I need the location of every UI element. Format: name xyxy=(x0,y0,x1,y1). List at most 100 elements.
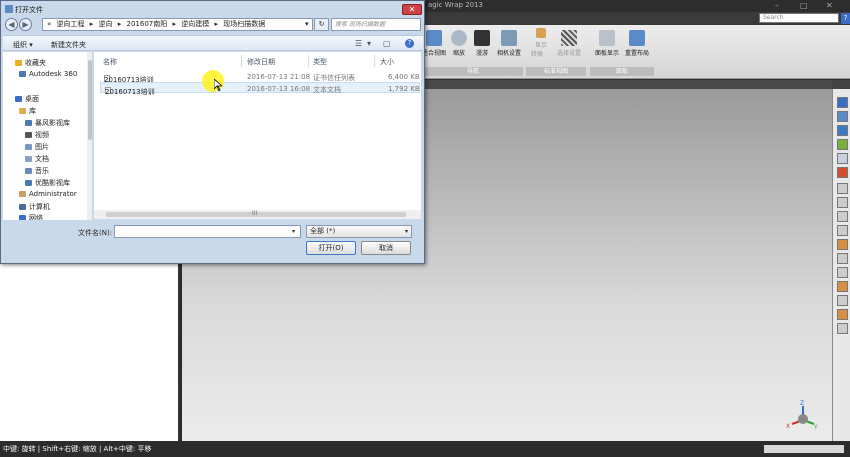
app-close-button[interactable]: ✕ xyxy=(826,1,833,10)
road-icon xyxy=(474,30,490,46)
shade-tool-icon[interactable] xyxy=(837,125,848,136)
dialog-search-input[interactable]: 搜索 现场扫描数据 xyxy=(331,18,421,31)
breadcrumb-nanyang[interactable]: 201607南阳 xyxy=(127,20,168,28)
nav-item-library[interactable]: 库 xyxy=(19,106,36,116)
tool-icon-8[interactable] xyxy=(837,197,848,208)
magnify-tool-icon[interactable] xyxy=(837,153,848,164)
music-icon xyxy=(25,168,32,174)
address-dropdown-icon[interactable]: ▾ xyxy=(305,19,309,30)
breadcrumb-separator[interactable]: ▸ xyxy=(118,20,122,28)
nav-pane-scrollbar[interactable] xyxy=(87,52,92,220)
filename-dropdown-icon[interactable]: ▾ xyxy=(292,228,295,235)
desktop-icon xyxy=(15,96,22,102)
nav-pane-scroll-thumb[interactable] xyxy=(88,60,92,140)
tool-icon-12[interactable] xyxy=(837,253,848,264)
app-search-input[interactable]: Search xyxy=(759,13,839,23)
tool-icon-10[interactable] xyxy=(837,225,848,236)
library-icon xyxy=(19,108,26,114)
video-icon xyxy=(25,132,32,138)
file-type-filter[interactable]: 全部 (*) ▾ xyxy=(306,225,412,238)
breadcrumb-scan-data[interactable]: 现场扫描数据 xyxy=(223,20,265,28)
nav-item-desktop[interactable]: 桌面 xyxy=(15,94,39,104)
select-settings-icon xyxy=(561,30,577,46)
nav-item-network[interactable]: 网络 xyxy=(19,213,43,220)
nav-item-computer[interactable]: 计算机 xyxy=(19,202,50,212)
youku-library-icon xyxy=(25,180,32,186)
tool-icon-13[interactable] xyxy=(837,267,848,278)
column-header-size[interactable]: 大小 xyxy=(380,57,394,67)
nav-item-pictures[interactable]: 图片 xyxy=(25,142,49,152)
nav-item-administrator[interactable]: Administrator xyxy=(19,190,77,198)
breadcrumb-separator[interactable]: ▸ xyxy=(172,20,176,28)
y-axis-label: Y xyxy=(813,424,818,430)
nav-item-autodesk360[interactable]: Autodesk 360 xyxy=(19,70,77,78)
dialog-title: 打开文件 xyxy=(15,6,43,14)
nav-item-favorites[interactable]: 收藏夹 xyxy=(15,58,46,68)
breadcrumb-modeling[interactable]: 逆向建模 xyxy=(181,20,209,28)
walk-button[interactable]: 漫游 xyxy=(469,30,495,57)
nav-item-baofeng-library[interactable]: 暴风影视库 xyxy=(25,118,70,128)
file-date: 2016-07-13 16:08 xyxy=(247,85,311,93)
status-text: 中键: 旋转 | Shift+右键: 缩放 | Alt+中键: 平移 xyxy=(3,445,152,453)
tool-icon-9[interactable] xyxy=(837,211,848,222)
column-divider[interactable] xyxy=(308,55,309,67)
column-divider[interactable] xyxy=(241,55,242,67)
file-size: 6,400 KB xyxy=(388,73,420,81)
tool-icon-14[interactable] xyxy=(837,281,848,292)
dialog-help-icon[interactable]: ? xyxy=(405,39,414,48)
column-header-name[interactable]: 名称 xyxy=(103,57,117,67)
pictures-icon xyxy=(25,144,32,150)
tool-icon-11[interactable] xyxy=(837,239,848,250)
panel-display-button[interactable]: 面板显示 xyxy=(594,30,620,57)
reset-layout-button[interactable]: 重置布局 xyxy=(624,30,650,57)
layer-tool-icon[interactable] xyxy=(837,139,848,150)
view-tool-icon[interactable] xyxy=(837,97,848,108)
file-row[interactable]: 20160713培训 2016-07-13 16:08 文本文档 1,792 K… xyxy=(100,82,420,96)
axis-triad-icon: Z X Y xyxy=(786,400,818,430)
tool-icon-17[interactable] xyxy=(837,323,848,334)
camera-settings-button[interactable]: 相机设置 xyxy=(496,30,522,57)
breadcrumb-reverse-engineering[interactable]: 逆向工程 xyxy=(57,20,85,28)
color-tool-icon[interactable] xyxy=(837,167,848,178)
convert-button[interactable]: 转换 xyxy=(524,49,550,58)
nav-item-music[interactable]: 音乐 xyxy=(25,166,49,176)
view-dropdown-icon[interactable]: ▾ xyxy=(367,39,371,48)
nav-item-documents[interactable]: 文档 xyxy=(25,154,49,164)
forward-button[interactable]: ▶ xyxy=(19,18,32,31)
new-folder-button[interactable]: 新建文件夹 xyxy=(51,40,86,50)
open-button[interactable]: 打开(O) xyxy=(306,241,356,255)
command-bar: 组织 ▾ 新建文件夹 ☰ ▾ ▢ ? xyxy=(3,35,423,51)
tool-icon-15[interactable] xyxy=(837,295,848,306)
tool-icon-16[interactable] xyxy=(837,309,848,320)
file-date: 2016-07-13 21:08 xyxy=(247,73,311,81)
file-list-hscrollbar[interactable]: III xyxy=(94,210,421,219)
back-button[interactable]: ◀ xyxy=(5,18,18,31)
display-button[interactable]: 显示 xyxy=(528,28,554,49)
refresh-button[interactable]: ↻ xyxy=(314,18,329,31)
rotate-tool-icon[interactable] xyxy=(837,111,848,122)
column-header-type[interactable]: 类型 xyxy=(313,57,327,67)
maximize-button[interactable]: □ xyxy=(800,1,808,10)
nav-item-youku-library[interactable]: 优酷影视库 xyxy=(25,178,70,188)
cancel-button[interactable]: 取消 xyxy=(361,241,411,255)
breadcrumb-reverse[interactable]: 逆向 xyxy=(99,20,113,28)
column-header-date[interactable]: 修改日期 xyxy=(247,57,275,67)
breadcrumb-separator[interactable]: ▸ xyxy=(90,20,94,28)
address-bar[interactable]: « 逆向工程 ▸ 逆向 ▸ 201607南阳 ▸ 逆向建模 ▸ 现场扫描数据 ▾ xyxy=(42,18,313,31)
file-row[interactable]: 20160713培训 2016-07-13 21:08 证书信任列表 6,400… xyxy=(100,71,420,84)
filename-input[interactable] xyxy=(114,225,301,238)
view-options-icon[interactable]: ☰ xyxy=(355,39,362,48)
help-button[interactable]: ? xyxy=(841,13,850,24)
organize-menu[interactable]: 组织 ▾ xyxy=(13,40,33,50)
preview-pane-icon[interactable]: ▢ xyxy=(383,39,391,48)
nav-item-videos[interactable]: 视频 xyxy=(25,130,49,140)
breadcrumb-separator[interactable]: ▸ xyxy=(214,20,218,28)
minimize-button[interactable]: – xyxy=(775,1,779,10)
column-divider[interactable] xyxy=(374,55,375,67)
address-overflow[interactable]: « xyxy=(47,20,51,28)
select-settings-button[interactable]: 选择设置 xyxy=(556,30,582,57)
dialog-close-button[interactable]: ✕ xyxy=(402,4,422,15)
tool-icon-7[interactable] xyxy=(837,183,848,194)
open-file-dialog: 打开文件 ✕ ◀ ▶ « 逆向工程 ▸ 逆向 ▸ 201607南阳 ▸ 逆向建模… xyxy=(0,0,425,264)
x-axis-label: X xyxy=(786,423,790,430)
